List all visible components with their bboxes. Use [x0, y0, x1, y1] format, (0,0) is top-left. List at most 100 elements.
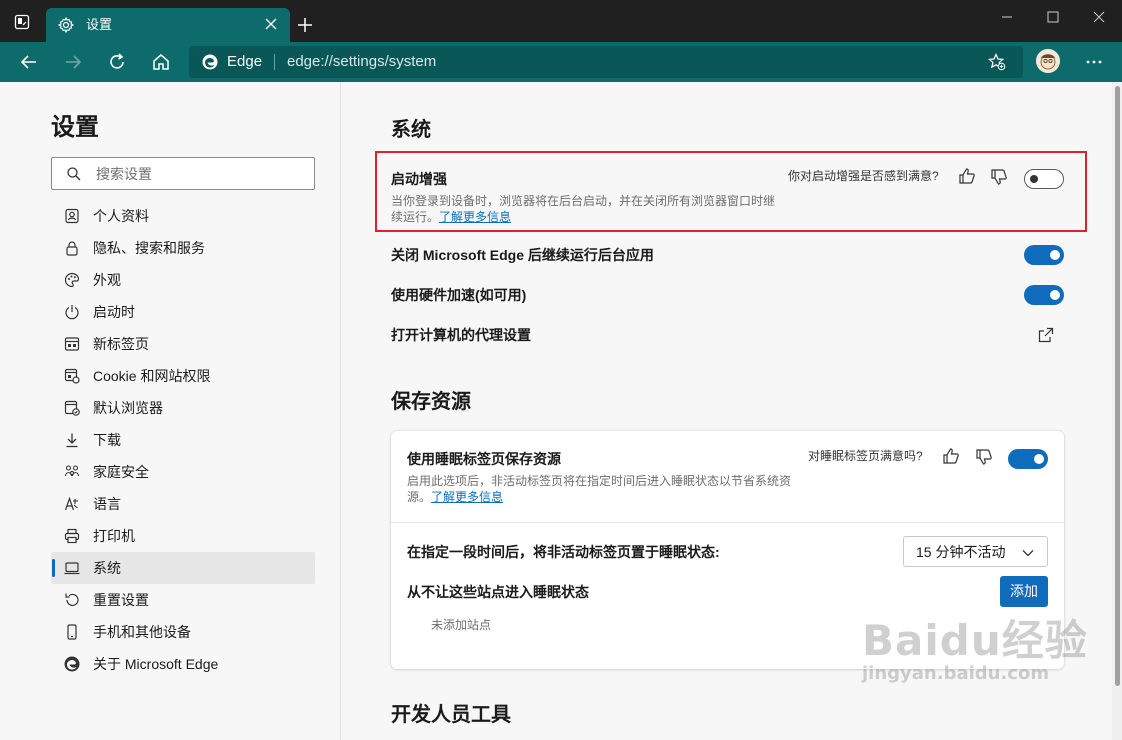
sidebar-item-languages[interactable]: 语言: [51, 488, 315, 520]
sleep-after-label: 在指定一段时间后，将非活动标签页置于睡眠状态:: [407, 544, 720, 560]
title-bar: 设置: [0, 0, 1122, 42]
refresh-icon[interactable]: [107, 52, 127, 72]
phone-icon: [67, 624, 77, 640]
sidebar-item-label: 隐私、搜索和服务: [93, 240, 205, 256]
sidebar-item-privacy[interactable]: 隐私、搜索和服务: [51, 232, 315, 264]
sidebar-item-label: 系统: [93, 560, 121, 576]
active-indicator: [52, 559, 55, 577]
startup-boost-title: 启动增强: [391, 171, 447, 187]
thumbs-down-icon[interactable]: [975, 448, 993, 466]
scrollbar-thumb[interactable]: [1115, 86, 1120, 686]
no-sites-text: 未添加站点: [431, 618, 492, 632]
system-icon: [64, 562, 80, 575]
startup-boost-learn-more-link[interactable]: 了解更多信息: [439, 210, 511, 224]
sleep-timeout-value: 15 分钟不活动: [916, 544, 1006, 560]
sleeping-tabs-title: 使用睡眠标签页保存资源: [407, 451, 561, 467]
minimize-icon[interactable]: [984, 8, 1030, 26]
sidebar-item-about[interactable]: 关于 Microsoft Edge: [51, 648, 315, 680]
add-favorite-icon[interactable]: [988, 53, 1006, 71]
address-url[interactable]: edge://settings/system: [287, 54, 436, 70]
site-permissions-icon: [64, 368, 80, 384]
sidebar-item-printers[interactable]: 打印机: [51, 520, 315, 552]
startup-boost-description-line1: 当你登录到设备时，浏览器将在后台启动，并在关闭所有浏览器窗口时继: [391, 194, 776, 208]
sidebar-item-system[interactable]: 系统: [51, 552, 315, 584]
sidebar-item-label: 默认浏览器: [93, 400, 163, 416]
never-sleep-label: 从不让这些站点进入睡眠状态: [407, 584, 589, 600]
proxy-settings-title: 打开计算机的代理设置: [391, 327, 531, 343]
search-box[interactable]: [51, 157, 315, 190]
sleeping-tabs-description-line1: 启用此选项后，非活动标签页将在指定时间后进入睡眠状态以节省系统资: [407, 474, 792, 488]
sidebar-item-label: 个人资料: [93, 208, 149, 224]
section-heading-system: 系统: [391, 119, 431, 141]
sidebar-item-label: 新标签页: [93, 336, 149, 352]
address-brand: Edge: [227, 53, 263, 70]
sidebar-item-label: 手机和其他设备: [93, 624, 191, 640]
close-tab-icon[interactable]: [264, 17, 278, 31]
sidebar-item-default-browser[interactable]: 默认浏览器: [51, 392, 315, 424]
watermark-brand: Baidu经验: [862, 616, 1088, 665]
sidebar-item-label: 关于 Microsoft Edge: [93, 656, 219, 672]
sidebar-item-family[interactable]: 家庭安全: [51, 456, 315, 488]
window-menu-icon[interactable]: [14, 14, 30, 30]
sidebar-item-label: 启动时: [93, 304, 135, 320]
search-icon: [67, 167, 81, 181]
profile-icon: [65, 208, 79, 224]
sleep-timeout-dropdown[interactable]: 15 分钟不活动: [903, 536, 1048, 567]
more-options-icon[interactable]: [1084, 52, 1104, 72]
address-bar[interactable]: Edge edge://settings/system: [189, 46, 1023, 78]
hardware-accel-toggle[interactable]: [1024, 285, 1064, 305]
family-icon: [64, 465, 80, 477]
tab-title: 设置: [86, 17, 113, 32]
thumbs-up-icon[interactable]: [958, 167, 976, 185]
forward-icon[interactable]: [63, 52, 83, 72]
watermark-url: jingyan.baidu.com: [862, 663, 1050, 684]
lock-icon: [66, 241, 78, 256]
add-site-button[interactable]: 添加: [1000, 576, 1048, 607]
sidebar-item-cookies[interactable]: Cookie 和网站权限: [51, 360, 315, 392]
external-link-icon[interactable]: [1038, 327, 1054, 343]
sidebar-item-label: 家庭安全: [93, 464, 149, 480]
sleeping-tabs-description-line2: 源。了解更多信息: [407, 489, 503, 505]
sidebar-item-label: 下载: [93, 432, 121, 448]
sidebar-item-startup[interactable]: 启动时: [51, 296, 315, 328]
palette-icon: [64, 272, 80, 288]
maximize-icon[interactable]: [1030, 8, 1076, 26]
thumbs-up-icon[interactable]: [942, 447, 960, 465]
tab-settings[interactable]: 设置: [46, 8, 290, 42]
sleeping-tabs-toggle[interactable]: [1008, 449, 1048, 469]
search-input[interactable]: [96, 164, 296, 184]
new-tab-icon[interactable]: [296, 16, 314, 34]
scrollbar[interactable]: [1112, 82, 1122, 740]
address-separator: [274, 54, 275, 70]
settings-sidebar: 设置 个人资料 隐私、搜索和服务 外观 启动时 新标签页 Cookie 和网站权…: [0, 82, 341, 740]
avatar-image: [1036, 49, 1060, 73]
sidebar-item-label: Cookie 和网站权限: [93, 368, 211, 384]
close-window-icon[interactable]: [1076, 8, 1122, 26]
sidebar-item-phone[interactable]: 手机和其他设备: [51, 616, 315, 648]
avatar[interactable]: [1036, 49, 1060, 73]
sidebar-item-new-tab[interactable]: 新标签页: [51, 328, 315, 360]
chevron-down-icon: [1022, 550, 1034, 557]
sidebar-item-label: 重置设置: [93, 592, 149, 608]
sleeping-tabs-learn-more-link[interactable]: 了解更多信息: [431, 490, 503, 504]
sidebar-item-appearance[interactable]: 外观: [51, 264, 315, 296]
edge-logo-icon: [64, 656, 80, 672]
startup-boost-toggle[interactable]: [1024, 169, 1064, 189]
thumbs-down-icon[interactable]: [990, 168, 1008, 186]
sleeping-tabs-desc-text: 源。: [407, 490, 432, 504]
back-icon[interactable]: [19, 52, 39, 72]
background-apps-toggle[interactable]: [1024, 245, 1064, 265]
sidebar-item-reset[interactable]: 重置设置: [51, 584, 315, 616]
edge-logo-icon: [202, 54, 218, 70]
sidebar-item-profiles[interactable]: 个人资料: [51, 200, 315, 232]
hardware-accel-title: 使用硬件加速(如可用): [391, 287, 527, 303]
watermark: Baidu经验 jingyan.baidu.com: [862, 618, 1088, 684]
sleeping-tabs-feedback-question: 对睡眠标签页满意吗?: [808, 449, 923, 463]
printer-icon: [64, 528, 80, 544]
sidebar-item-label: 语言: [93, 496, 121, 512]
toolbar: Edge edge://settings/system: [0, 42, 1122, 82]
home-icon[interactable]: [151, 52, 171, 72]
reset-icon: [65, 593, 79, 606]
sidebar-item-downloads[interactable]: 下载: [51, 424, 315, 456]
section-heading-save-resources: 保存资源: [391, 391, 471, 413]
